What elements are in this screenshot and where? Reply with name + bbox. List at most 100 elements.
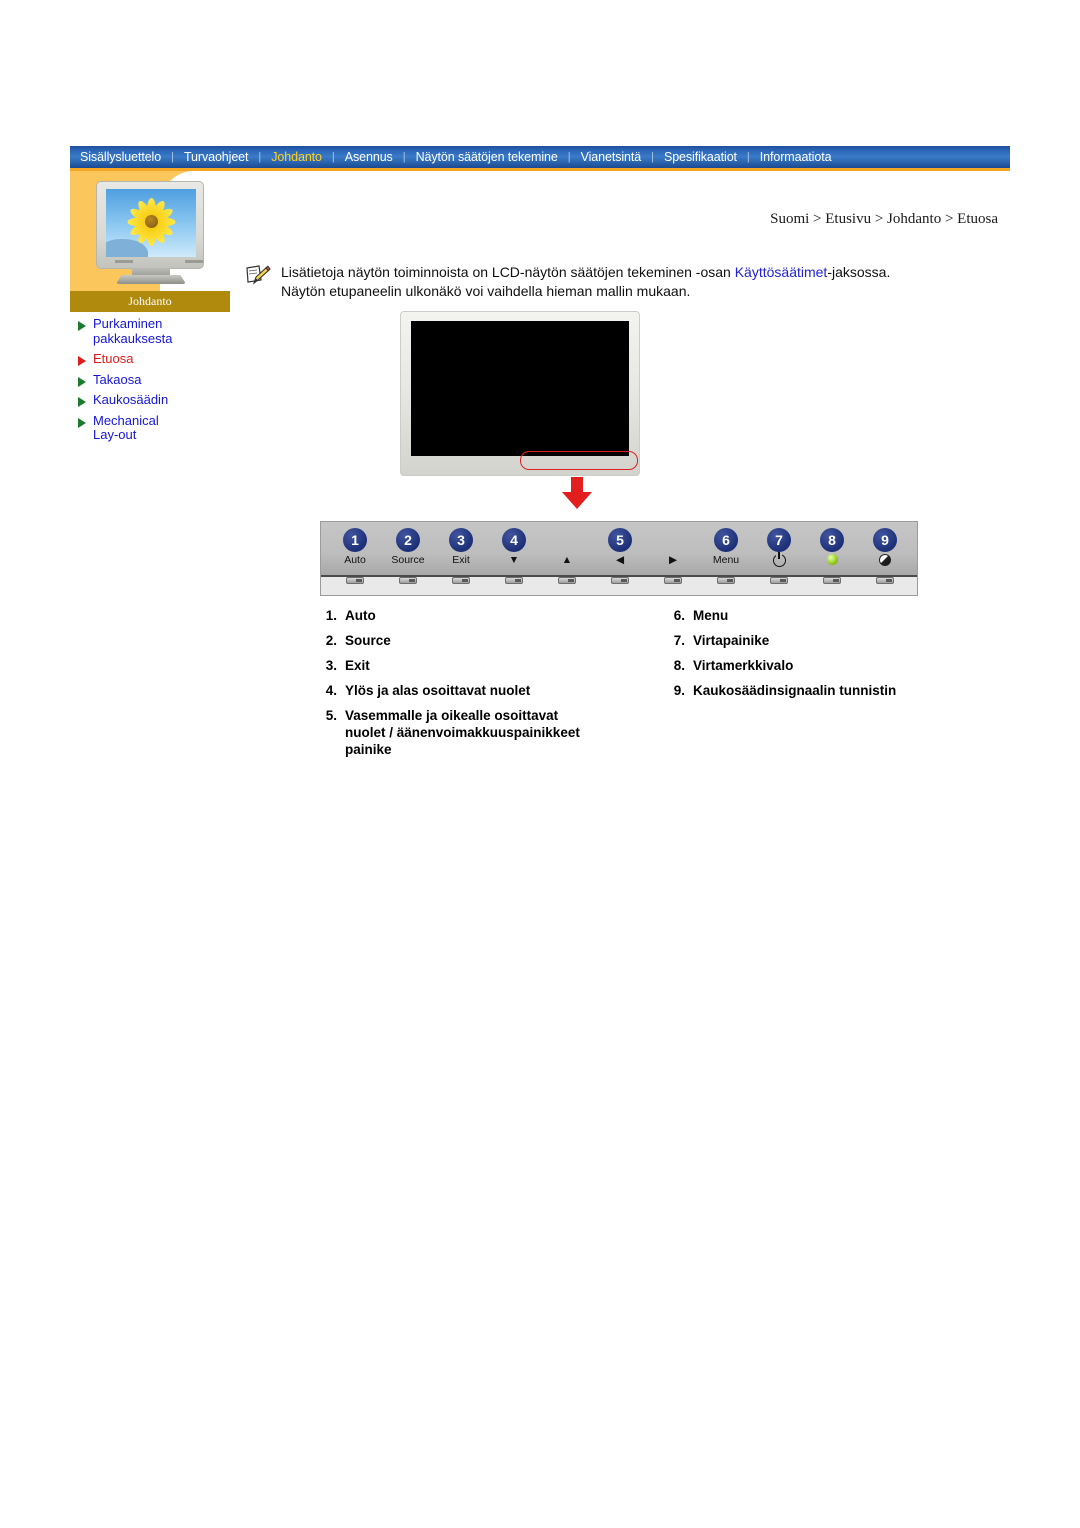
- nav-separator: |: [567, 151, 571, 163]
- nav-item-5[interactable]: Vianetsintä: [575, 146, 648, 168]
- panel-key-nub[interactable]: [611, 577, 629, 584]
- breadcrumb: Suomi > Etusivu > Johdanto > Etuosa: [770, 211, 998, 227]
- panel-button-7[interactable]: ▶: [643, 528, 703, 567]
- panel-button-label: Menu: [712, 554, 740, 566]
- triangle-bullet-icon: [78, 417, 86, 428]
- note-line1-after: -jaksossa.: [827, 264, 891, 280]
- panel-key-nub[interactable]: [770, 577, 788, 584]
- monitor-thumbnail-image: [88, 181, 213, 287]
- legend-index: 7.: [673, 633, 685, 648]
- sidebar-item-2[interactable]: Takaosa: [70, 372, 245, 388]
- triangle-bullet-icon: [78, 376, 86, 387]
- legend-row: 3. Exit: [315, 657, 635, 674]
- sidebar-navigation: Purkaminen pakkauksesta Etuosa Takaosa Kauk…: [70, 316, 245, 449]
- sidebar-item-label: Mechanical Lay-out: [93, 412, 159, 442]
- legend-row: 2. Source: [315, 632, 635, 649]
- ir-sensor-icon: [855, 554, 915, 567]
- legend-row: 5. Vasemmalle ja oikealle osoittavat nuol…: [315, 707, 635, 758]
- legend-text: Ylös ja alas osoittavat nuolet: [345, 683, 531, 698]
- legend-text: Virtapainike: [693, 633, 770, 648]
- sidebar-item-label: Kaukosäädin: [93, 392, 169, 407]
- panel-button-label: ▶: [668, 554, 678, 566]
- panel-key-nub[interactable]: [876, 577, 894, 584]
- nav-item-7[interactable]: Informaatiota: [754, 146, 838, 168]
- panel-key-nub[interactable]: [399, 577, 417, 584]
- monitor-screen: [411, 321, 629, 456]
- thumb-brand-mark-left: [115, 260, 133, 263]
- control-panel-face: 1 Auto 2 Source 3 Exit 4 ▼ ▲ 5 ◀ ▶ 6 Menu 7 8 9: [321, 522, 917, 577]
- legend-text: Exit: [345, 658, 370, 673]
- sidebar-item-0[interactable]: Purkaminen pakkauksesta: [70, 316, 245, 346]
- nav-separator: |: [258, 151, 262, 163]
- panel-button-11[interactable]: 9: [855, 528, 915, 567]
- panel-button-5[interactable]: ▲: [537, 528, 597, 567]
- note-line2: Näytön etupaneelin ulkonäkö voi vaihdell…: [281, 283, 691, 299]
- nav-item-6[interactable]: Spesifikaatiot: [658, 146, 743, 168]
- triangle-bullet-icon: [78, 397, 86, 407]
- sidebar-item-4[interactable]: Mechanical Lay-out: [70, 412, 245, 443]
- power-led-icon: [802, 554, 862, 567]
- nav-separator: |: [171, 151, 174, 163]
- panel-number-badge: 5: [608, 528, 632, 552]
- panel-key-nub[interactable]: [823, 577, 841, 584]
- nav-separator: |: [651, 151, 654, 163]
- nav-item-4[interactable]: Näytön säätöjen tekemine: [410, 146, 564, 168]
- sidebar-section-caption: Johdanto: [70, 291, 230, 312]
- sidebar-item-3[interactable]: Kaukosäädin: [70, 392, 245, 408]
- monitor-front-figure: [400, 311, 650, 509]
- panel-key-nub[interactable]: [664, 577, 682, 584]
- control-area-highlight: [520, 451, 638, 470]
- panel-button-1[interactable]: 1 Auto: [325, 528, 385, 567]
- legend-text: Menu: [693, 608, 729, 623]
- legend-index: 1.: [325, 608, 337, 623]
- nav-item-3[interactable]: Asennus: [339, 146, 399, 168]
- legend-column-right: 6. Menu 7. Virtapainike 8. Virtamerkkivalo 9. K…: [663, 607, 983, 707]
- nav-separator: |: [746, 151, 750, 163]
- thumb-monitor-screen: [106, 189, 196, 257]
- legend-text: Vasemmalle ja oikealle osoittavat nuolet…: [345, 708, 580, 757]
- panel-key-nub[interactable]: [558, 577, 576, 584]
- power-symbol-icon: [749, 552, 809, 567]
- legend-row: 7. Virtapainike: [663, 632, 983, 649]
- nav-separator: |: [402, 151, 406, 163]
- panel-number-badge: 8: [820, 528, 844, 552]
- legend-index: 6.: [673, 608, 685, 623]
- control-panel-closeup: 1 Auto 2 Source 3 Exit 4 ▼ ▲ 5 ◀ ▶ 6 Menu 7 8 9: [320, 521, 918, 596]
- panel-button-3[interactable]: 3 Exit: [431, 528, 491, 567]
- sidebar-item-label: Purkaminen pakkauksesta: [93, 316, 173, 346]
- kayttosaatimet-link[interactable]: Käyttösäätimet: [735, 264, 828, 280]
- panel-button-label: Auto: [344, 554, 366, 566]
- panel-key-nub[interactable]: [717, 577, 735, 584]
- note-pencil-icon: [245, 264, 271, 290]
- panel-button-10[interactable]: 8: [802, 528, 862, 567]
- legend-index: 9.: [673, 683, 685, 698]
- panel-button-8[interactable]: 6 Menu: [696, 528, 756, 567]
- legend-index: 8.: [673, 658, 685, 673]
- legend-row: 6. Menu: [663, 607, 983, 624]
- panel-button-4[interactable]: 4 ▼: [484, 528, 544, 567]
- panel-key-nub[interactable]: [505, 577, 523, 584]
- panel-number-badge: 2: [396, 528, 420, 552]
- legend-text: Auto: [345, 608, 376, 623]
- note-block: Lisätietoja näytön toiminnoista on LCD-n…: [245, 263, 945, 301]
- note-line1-before: Lisätietoja näytön toiminnoista on LCD-n…: [281, 264, 735, 280]
- legend-index: 2.: [325, 633, 337, 648]
- nav-item-2[interactable]: Johdanto: [265, 146, 328, 168]
- panel-button-9[interactable]: 7: [749, 528, 809, 567]
- panel-number-badge: 7: [767, 528, 791, 552]
- panel-key-nub[interactable]: [452, 577, 470, 584]
- nav-item-0[interactable]: Sisällysluettelo: [74, 146, 167, 168]
- panel-number-badge: 1: [343, 528, 367, 552]
- panel-button-6[interactable]: 5 ◀: [590, 528, 650, 567]
- nav-item-1[interactable]: Turvaohjeet: [178, 146, 254, 168]
- legend-row: 9. Kaukosäädinsignaalin tunnistin: [663, 682, 983, 699]
- manual-page: Sisällysluettelo | Turvaohjeet | Johdanto | As…: [70, 146, 1010, 766]
- panel-button-label: Source: [391, 554, 425, 566]
- panel-button-2[interactable]: 2 Source: [378, 528, 438, 567]
- legend-row: 8. Virtamerkkivalo: [663, 657, 983, 674]
- legend-index: 3.: [325, 658, 337, 673]
- panel-key-nub[interactable]: [346, 577, 364, 584]
- panel-button-label: Exit: [452, 554, 470, 566]
- legend-index: 4.: [325, 683, 337, 698]
- sidebar-item-1[interactable]: Etuosa: [70, 351, 245, 367]
